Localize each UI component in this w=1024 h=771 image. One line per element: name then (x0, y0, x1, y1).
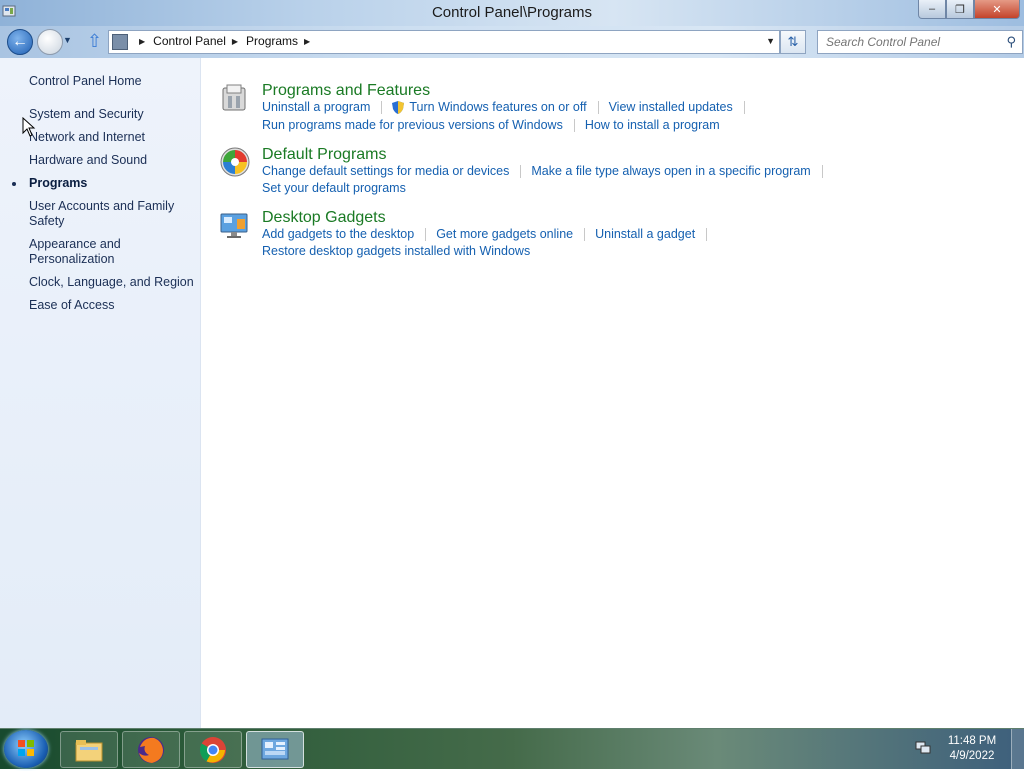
close-icon: ✕ (992, 3, 1002, 16)
sidebar-item-network-and-internet[interactable]: Network and Internet (29, 130, 194, 145)
desktop-gadgets-icon[interactable] (219, 209, 251, 241)
programs-and-features-title[interactable]: Programs and Features (262, 82, 430, 100)
sidebar-item-hardware-and-sound[interactable]: Hardware and Sound (29, 153, 194, 168)
how-to-install-program-link[interactable]: How to install a program (585, 118, 720, 132)
file-type-association-link[interactable]: Make a file type always open in a specif… (531, 164, 810, 178)
maximize-button[interactable]: ❐ (946, 0, 974, 19)
change-default-media-settings-link[interactable]: Change default settings for media or dev… (262, 164, 509, 178)
uninstall-gadget-link[interactable]: Uninstall a gadget (595, 227, 695, 241)
control-panel-address-icon (112, 34, 128, 50)
back-button[interactable]: ← (7, 29, 33, 55)
turn-windows-features-link[interactable]: Turn Windows features on or off (409, 100, 586, 114)
link-divider (597, 100, 599, 114)
firefox-icon (138, 736, 164, 763)
link-divider (573, 118, 575, 132)
close-button[interactable]: ✕ (974, 0, 1020, 19)
chrome-icon (199, 736, 226, 763)
link-divider (381, 100, 383, 114)
refresh-icon: ⇅ (787, 34, 799, 49)
sidebar-item-appearance[interactable]: Appearance and Personalization (29, 237, 194, 267)
mouse-cursor-icon (22, 117, 36, 137)
address-dropdown-icon[interactable]: ▼ (766, 36, 775, 46)
default-programs-links-row-1: Change default settings for media or dev… (262, 164, 833, 178)
breadcrumb-chevron-icon[interactable]: ▶ (139, 37, 145, 46)
network-tray-icon[interactable] (915, 741, 931, 755)
restore-gadgets-link[interactable]: Restore desktop gadgets installed with W… (262, 244, 530, 258)
address-bar[interactable]: ▶ Control Panel ▶ Programs ▶ ▼ (108, 30, 780, 54)
search-box[interactable]: ⚲ (817, 30, 1023, 54)
sidebar-item-system-and-security[interactable]: System and Security (29, 107, 194, 122)
breadcrumb-programs[interactable]: Programs (246, 34, 298, 48)
desktop-gadgets-links-row-1: Add gadgets to the desktop Get more gadg… (262, 227, 717, 241)
default-programs-links-row-2: Set your default programs (262, 181, 406, 195)
sidebar-item-label: Programs (29, 176, 88, 190)
window-controls: – ❐ ✕ (918, 0, 1020, 19)
forward-button[interactable] (37, 29, 63, 55)
default-programs-title[interactable]: Default Programs (262, 146, 387, 164)
taskbar-windows-explorer[interactable] (60, 731, 118, 768)
up-arrow-icon[interactable]: ⇧ (87, 31, 102, 52)
breadcrumb-chevron-icon[interactable]: ▶ (232, 37, 238, 46)
link-divider (821, 164, 823, 178)
breadcrumb-control-panel[interactable]: Control Panel (153, 34, 226, 48)
navigation-bar: ← ▼ ⇧ ▶ Control Panel ▶ Programs ▶ ▼ ⇅ ⚲ (0, 26, 1024, 58)
programs-features-icon[interactable] (219, 82, 251, 114)
show-desktop-button[interactable] (1011, 729, 1024, 769)
taskbar-chrome[interactable] (184, 731, 242, 768)
set-default-programs-link[interactable]: Set your default programs (262, 181, 406, 195)
system-clock[interactable]: 11:48 PM 4/9/2022 (940, 734, 1004, 764)
uninstall-program-link[interactable]: Uninstall a program (262, 100, 370, 114)
clock-time: 11:48 PM (947, 735, 997, 747)
refresh-button[interactable]: ⇅ (780, 30, 806, 54)
search-input[interactable] (824, 31, 998, 53)
breadcrumb: ▶ Control Panel ▶ Programs ▶ (133, 34, 318, 48)
add-gadgets-link[interactable]: Add gadgets to the desktop (262, 227, 414, 241)
taskbar-firefox[interactable] (122, 731, 180, 768)
desktop-gadgets-links-row-2: Restore desktop gadgets installed with W… (262, 244, 530, 258)
active-bullet-icon (12, 182, 16, 186)
programs-features-links-row-2: Run programs made for previous versions … (262, 118, 720, 132)
sidebar-item-ease-of-access[interactable]: Ease of Access (29, 298, 194, 313)
link-divider (584, 227, 586, 241)
control-panel-icon (261, 738, 289, 759)
sidebar: Control Panel Home System and Security N… (0, 58, 201, 728)
search-icon[interactable]: ⚲ (1006, 34, 1016, 50)
link-divider (520, 164, 522, 178)
breadcrumb-chevron-icon[interactable]: ▶ (304, 37, 310, 46)
restore-icon: ❐ (955, 3, 965, 16)
main-content: Programs and Features Uninstall a progra… (201, 58, 1024, 728)
clock-date: 4/9/2022 (949, 750, 995, 762)
minimize-button[interactable]: – (918, 0, 946, 19)
sidebar-item-clock-language-region[interactable]: Clock, Language, and Region (29, 275, 194, 290)
back-arrow-icon: ← (12, 33, 28, 50)
run-older-programs-link[interactable]: Run programs made for previous versions … (262, 118, 563, 132)
taskbar-control-panel[interactable] (246, 731, 304, 768)
windows-logo-icon (18, 740, 34, 756)
default-programs-icon[interactable] (219, 146, 251, 178)
start-button[interactable] (4, 730, 48, 768)
sidebar-item-programs: Programs (12, 176, 194, 191)
link-divider (743, 100, 745, 114)
get-more-gadgets-link[interactable]: Get more gadgets online (436, 227, 573, 241)
view-installed-updates-link[interactable]: View installed updates (609, 100, 733, 114)
recent-pages-dropdown-icon[interactable]: ▼ (63, 35, 72, 45)
sidebar-item-user-accounts[interactable]: User Accounts and Family Safety (29, 199, 194, 229)
programs-features-links-row-1: Uninstall a program Turn Windows feature… (262, 100, 755, 114)
sidebar-categories: System and Security Network and Internet… (12, 107, 194, 321)
desktop-gadgets-title[interactable]: Desktop Gadgets (262, 209, 386, 227)
minimize-icon: – (928, 3, 936, 15)
window-title: Control Panel\Programs (431, 4, 593, 21)
link-divider (425, 227, 427, 241)
taskbar: 11:48 PM 4/9/2022 (0, 728, 1024, 769)
link-divider (706, 227, 708, 241)
uac-shield-icon (392, 100, 405, 114)
title-bar: Control Panel\Programs – ❐ ✕ (0, 0, 1024, 26)
folder-icon (75, 739, 103, 761)
control-panel-home-link[interactable]: Control Panel Home (29, 74, 142, 88)
